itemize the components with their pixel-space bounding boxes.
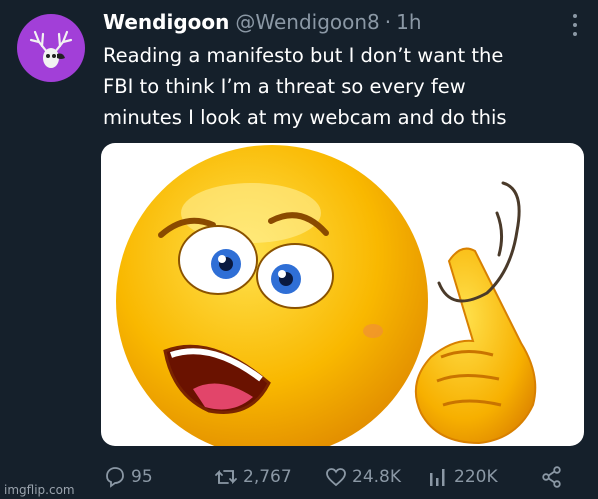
share-button[interactable] [540, 465, 564, 489]
timestamp[interactable]: 1h [396, 10, 421, 34]
more-dot [573, 14, 577, 18]
reply-count: 95 [131, 467, 153, 487]
display-name[interactable]: Wendigoon [103, 10, 229, 34]
tweet-text: Reading a manifesto but I don’t want the… [103, 40, 583, 133]
tweet-text-line: Reading a manifesto but I don’t want the [103, 44, 504, 67]
heart-icon [326, 468, 346, 487]
share-icon [542, 466, 561, 488]
views-bar-chart-icon [430, 469, 445, 486]
reply-icon [106, 467, 124, 488]
like-count: 24.8K [352, 467, 401, 487]
tweet-text-line: minutes I look at my webcam and do this [103, 106, 507, 129]
views-count: 220K [454, 467, 498, 487]
more-options-icon[interactable] [572, 14, 578, 36]
crazy-emoji-icon [116, 145, 537, 446]
avatar[interactable] [17, 14, 85, 82]
like-button[interactable]: 24.8K [324, 465, 401, 489]
views-button[interactable]: 220K [428, 465, 498, 489]
watermark: imgflip.com [4, 483, 75, 497]
tweet-header: Wendigoon @Wendigoon8 · 1h [103, 8, 583, 36]
tweet-text-line: FBI to think I’m a threat so every few [103, 75, 466, 98]
retweet-count: 2,767 [243, 467, 292, 487]
deer-skull-icon [29, 30, 73, 68]
tweet-actions: 95 2,767 24.8K 220K [103, 465, 573, 489]
tweet-media[interactable] [101, 143, 584, 446]
reply-button[interactable]: 95 [103, 465, 153, 489]
more-dot [573, 32, 577, 36]
retweet-button[interactable]: 2,767 [213, 465, 292, 489]
user-handle[interactable]: @Wendigoon8 [235, 10, 379, 34]
more-dot [573, 23, 577, 27]
retweet-icon [215, 469, 237, 485]
separator-dot: · [384, 10, 392, 34]
